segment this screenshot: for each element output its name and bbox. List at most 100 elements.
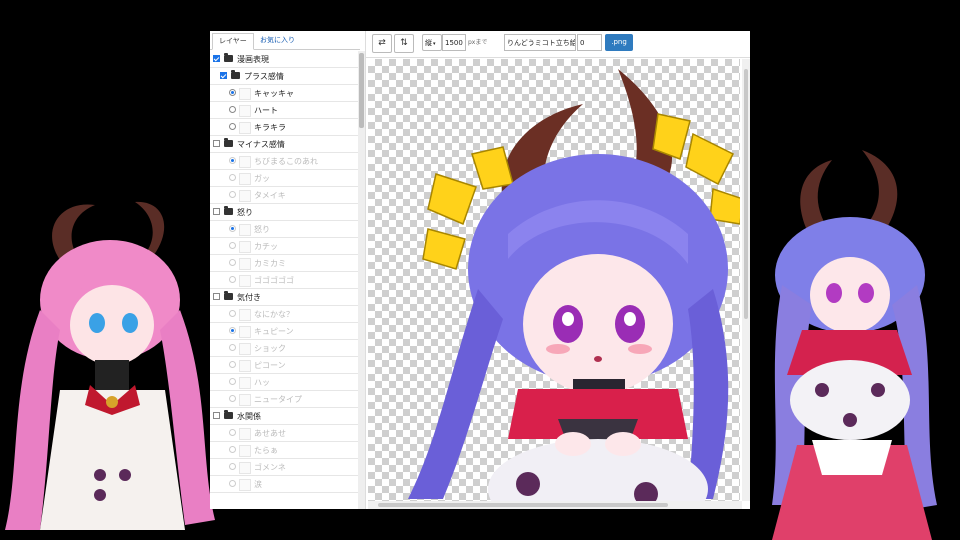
layer-select-radio[interactable] (229, 123, 236, 130)
layer-list: 漫画表現 プラス感情キャッキャハート キラキラ マイナス感情ちびまるこのあれ ガッタメイ… (210, 51, 358, 509)
layer-item-label: ガッ (254, 174, 270, 183)
layer-item-label: キュピーン (254, 327, 294, 336)
layer-select-radio[interactable] (229, 276, 236, 283)
swap-button[interactable]: ⇄ (372, 34, 392, 53)
layer-thumbnail (239, 241, 251, 253)
tab-layers[interactable]: レイヤー (212, 33, 254, 50)
layer-folder[interactable]: 気付き (210, 289, 358, 306)
layer-select-radio[interactable] (229, 242, 236, 249)
layer-thumbnail (239, 445, 251, 457)
layer-thumbnail (239, 122, 251, 134)
layer-select-radio[interactable] (229, 259, 236, 266)
layer-thumbnail (239, 394, 251, 406)
layer-thumbnail (239, 275, 251, 287)
app-window: レイヤー お気に入り 漫画表現 プラス感情キャッキャハート キラキラ マイナス感情ちび… (210, 31, 750, 509)
layer-folder[interactable]: 怒り (210, 204, 358, 221)
layer-item[interactable]: ガッ (210, 170, 358, 187)
layer-item[interactable]: たらぁ (210, 442, 358, 459)
layer-item[interactable]: キラキラ (210, 119, 358, 136)
layer-thumbnail (239, 105, 251, 117)
layer-select-radio[interactable] (229, 344, 236, 351)
layer-item-label: キャッキャ (254, 89, 294, 98)
layer-item-label: ニュータイプ (254, 395, 302, 404)
layer-visibility-checkbox[interactable] (213, 208, 220, 215)
layer-select-radio[interactable] (229, 310, 236, 317)
layer-folder[interactable]: プラス感情 (210, 68, 358, 85)
layer-item-label: たらぁ (254, 446, 278, 455)
export-png-button[interactable]: .png (605, 34, 633, 51)
layer-item-label: カミカミ (254, 259, 286, 268)
layer-thumbnail (239, 173, 251, 185)
layer-select-radio[interactable] (229, 191, 236, 198)
canvas-vscroll-thumb[interactable] (744, 69, 748, 319)
layer-item[interactable]: ハッ (210, 374, 358, 391)
layer-thumbnail (239, 462, 251, 474)
layer-item[interactable]: 涙 (210, 476, 358, 493)
toolbar: ⇄ ⇅ 縦▾ 1500 pxまで りんどうミコト立ち絵 0 .png (366, 31, 750, 58)
layer-select-radio[interactable] (229, 225, 236, 232)
filename-input[interactable]: りんどうミコト立ち絵 (504, 34, 576, 51)
layer-item[interactable]: ニュータイプ (210, 391, 358, 408)
layer-folder-label: 水関係 (237, 412, 261, 421)
layer-item-label: ちびまるこのあれ (254, 157, 318, 166)
layer-item[interactable]: ゴメンネ (210, 459, 358, 476)
tab-favorites[interactable]: お気に入り (254, 33, 301, 48)
preview-canvas[interactable] (368, 59, 740, 501)
layer-item[interactable]: なにかな？ (210, 306, 358, 323)
layer-select-radio[interactable] (229, 446, 236, 453)
layer-item-label: ゴゴゴゴゴ (254, 276, 294, 285)
layer-folder[interactable]: 水関係 (210, 408, 358, 425)
layer-item[interactable]: 怒り (210, 221, 358, 238)
folder-icon (224, 291, 233, 300)
layer-thumbnail (239, 479, 251, 491)
layer-item[interactable]: ちびまるこのあれ (210, 153, 358, 170)
layer-item[interactable]: カミカミ (210, 255, 358, 272)
layer-select-radio[interactable] (229, 480, 236, 487)
canvas-hscroll-thumb[interactable] (378, 503, 668, 507)
layer-item[interactable]: ハート (210, 102, 358, 119)
layer-item[interactable]: ショック (210, 340, 358, 357)
layer-item-label: ハッ (254, 378, 270, 387)
layer-visibility-checkbox[interactable] (220, 72, 227, 79)
layer-select-radio[interactable] (229, 395, 236, 402)
canvas-vertical-scrollbar[interactable] (742, 59, 750, 501)
layer-folder[interactable]: マイナス感情 (210, 136, 358, 153)
layer-item[interactable]: あせあせ (210, 425, 358, 442)
layer-select-radio[interactable] (229, 361, 236, 368)
layer-select-radio[interactable] (229, 378, 236, 385)
layer-select-radio[interactable] (229, 429, 236, 436)
layer-visibility-checkbox[interactable] (213, 293, 220, 300)
layer-item[interactable]: キュピーン (210, 323, 358, 340)
layer-item-label: なにかな？ (254, 310, 294, 319)
number-input[interactable]: 0 (577, 34, 602, 51)
canvas-horizontal-scrollbar[interactable] (368, 501, 742, 509)
layer-thumbnail (239, 360, 251, 372)
sort-button[interactable]: ⇅ (394, 34, 414, 53)
layer-thumbnail (239, 190, 251, 202)
right-character-illustration (772, 150, 937, 540)
layer-select-radio[interactable] (229, 157, 236, 164)
layer-visibility-checkbox[interactable] (213, 412, 220, 419)
layer-folder-label: 気付き (237, 293, 261, 302)
layer-panel: レイヤー お気に入り 漫画表現 プラス感情キャッキャハート キラキラ マイナス感情ちび… (210, 31, 366, 509)
layer-item[interactable]: キャッキャ (210, 85, 358, 102)
layer-select-radio[interactable] (229, 327, 236, 334)
layer-select-radio[interactable] (229, 463, 236, 470)
layer-item[interactable]: タメイキ (210, 187, 358, 204)
swap-icon: ⇄ (378, 38, 386, 48)
size-input[interactable]: 1500 (442, 34, 466, 51)
layer-thumbnail (239, 309, 251, 321)
orientation-select[interactable]: 縦▾ (422, 34, 442, 51)
layer-list-scrollbar[interactable] (358, 51, 365, 509)
scrollbar-thumb[interactable] (359, 53, 364, 128)
layer-item[interactable]: カチッ (210, 238, 358, 255)
layer-visibility-checkbox[interactable] (213, 140, 220, 147)
layer-select-radio[interactable] (229, 174, 236, 181)
layer-select-radio[interactable] (229, 89, 236, 96)
layer-select-radio[interactable] (229, 106, 236, 113)
layer-item[interactable]: ピコーン (210, 357, 358, 374)
layer-item-label: タメイキ (254, 191, 286, 200)
layer-item[interactable]: ゴゴゴゴゴ (210, 272, 358, 289)
layer-folder[interactable]: 漫画表現 (210, 51, 358, 68)
layer-visibility-checkbox[interactable] (213, 55, 220, 62)
